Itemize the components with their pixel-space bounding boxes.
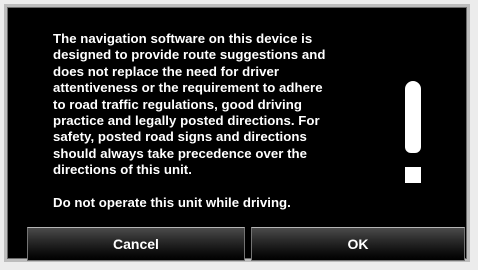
warning-line: should always take precedence over the (53, 145, 308, 161)
exclamation-bar (405, 81, 421, 153)
warning-line: safety, posted road signs and directions (53, 129, 307, 145)
screen: The navigation software on this device i… (0, 0, 478, 270)
warning-paragraph-2: Do not operate this unit while driving. (53, 194, 291, 210)
cancel-button[interactable]: Cancel (27, 227, 245, 261)
cancel-button-label: Cancel (113, 236, 159, 252)
exclamation-icon (393, 81, 433, 191)
warning-line: directions of this unit. (53, 162, 192, 178)
ok-button-label: OK (347, 236, 369, 252)
warning-paragraph-1: The navigation software on this device i… (53, 31, 373, 179)
warning-line: designed to provide route suggestions an… (53, 47, 326, 63)
dialog-button-row: Cancel OK (27, 227, 465, 261)
warning-line: practice and legally posted directions. … (53, 113, 320, 129)
warning-line: does not replace the need for driver (53, 63, 280, 79)
warning-line: attentiveness or the requirement to adhe… (53, 80, 323, 96)
exclamation-dot (405, 167, 421, 183)
warning-line: to road traffic regulations, good drivin… (53, 96, 302, 112)
safety-warning-dialog: The navigation software on this device i… (4, 4, 470, 262)
ok-button[interactable]: OK (251, 227, 465, 261)
warning-line: The navigation software on this device i… (53, 31, 313, 46)
warning-message: The navigation software on this device i… (53, 31, 373, 211)
